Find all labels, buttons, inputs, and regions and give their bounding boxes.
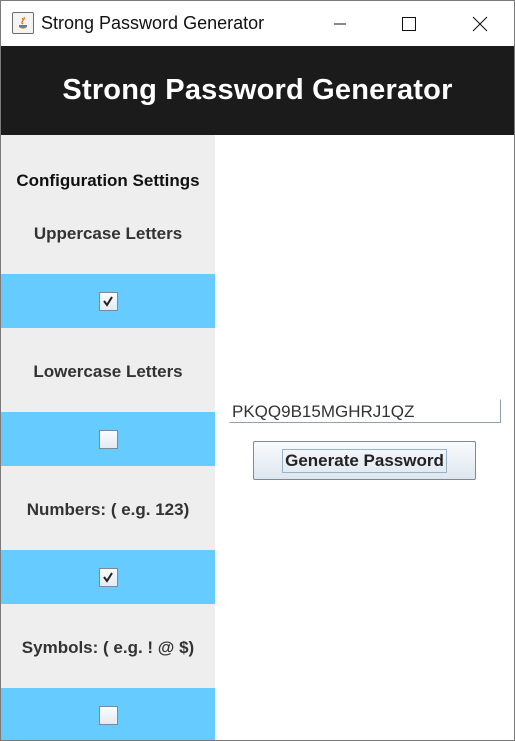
check-icon [103,296,113,307]
symbols-checkbox[interactable] [98,705,118,725]
close-icon[interactable] [457,1,503,46]
lowercase-checkbox[interactable] [98,429,118,449]
symbols-band [1,688,215,740]
uppercase-checkbox[interactable] [98,291,118,311]
lowercase-band [1,412,215,466]
title-bar[interactable]: Strong Password Generator [1,1,514,46]
uppercase-band [1,274,215,328]
window-title: Strong Password Generator [41,13,265,33]
app-window: Strong Password Generator Strong Passwor… [0,0,515,741]
header-banner: Strong Password Generator [1,46,514,135]
page-title: Strong Password Generator [62,74,453,106]
numbers-checkbox[interactable] [98,567,118,587]
config-heading: Configuration Settings [16,171,200,190]
lowercase-label: Lowercase Letters [33,362,183,381]
numbers-band [1,550,215,604]
generate-password-button[interactable]: Generate Password [253,441,476,480]
numbers-label: Numbers: ( e.g. 123) [26,500,190,519]
generate-password-label: Generate Password [282,448,447,473]
password-output-field[interactable]: PKQQ9B15MGHRJ1QZ [229,399,501,423]
java-app-icon [12,12,34,34]
maximize-icon[interactable] [386,1,432,46]
config-panel: Configuration Settings Uppercase Letters… [1,135,215,740]
symbols-label: Symbols: ( e.g. ! @ $) [21,638,195,657]
check-icon [103,572,113,583]
minimize-icon[interactable] [317,1,363,46]
main-panel: PKQQ9B15MGHRJ1QZ Generate Password [215,135,514,740]
uppercase-label: Uppercase Letters [33,224,183,243]
